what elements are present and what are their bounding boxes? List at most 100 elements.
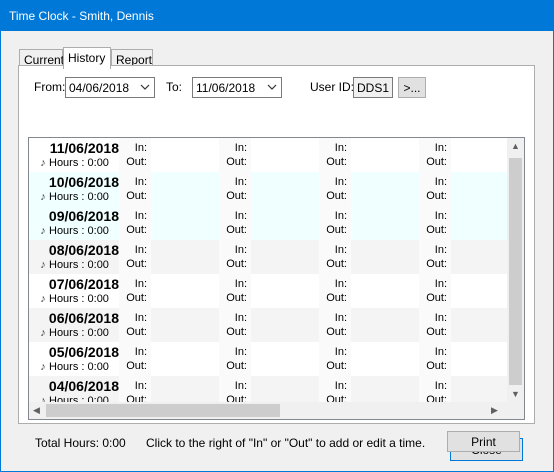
in-out-labels: In: Out:	[219, 274, 251, 308]
out-label: Out:	[126, 258, 147, 270]
to-date-picker[interactable]: 11/06/2018	[192, 77, 282, 98]
time-entry-cell[interactable]	[351, 274, 419, 308]
time-entry-cell[interactable]	[451, 342, 507, 376]
scroll-up-arrow-icon[interactable]: ▲	[511, 141, 520, 151]
vertical-scrollbar[interactable]: ▲ ▼	[507, 138, 524, 402]
user-id-label: User ID:	[310, 80, 355, 94]
in-label: In:	[234, 176, 247, 188]
date-cell: 10/06/2018 ♪ Hours : 0:00	[29, 172, 119, 206]
in-label: In:	[434, 380, 447, 392]
time-history-grid: 11/06/2018 ♪ Hours : 0:00 In: Out: In: Out: In:…	[28, 137, 525, 420]
date-cell: 07/06/2018 ♪ Hours : 0:00	[29, 274, 119, 308]
time-entry-cell[interactable]	[151, 138, 219, 172]
time-entry-cell[interactable]	[251, 274, 319, 308]
time-entry-cell[interactable]	[151, 240, 219, 274]
in-label: In:	[134, 244, 147, 256]
time-entry-cell[interactable]	[151, 274, 219, 308]
scroll-left-arrow-icon[interactable]: ◀	[33, 405, 40, 416]
from-label: From:	[34, 80, 66, 94]
row-hours: ♪ Hours : 0:00	[37, 259, 109, 271]
note-icon[interactable]: ♪	[37, 259, 49, 271]
time-entry-cell[interactable]	[451, 138, 507, 172]
out-label: Out:	[126, 292, 147, 304]
date-cell: 11/06/2018 ♪ Hours : 0:00	[29, 138, 119, 172]
time-entry-cell[interactable]	[251, 308, 319, 342]
in-out-labels: In: Out:	[319, 308, 351, 342]
to-label: To:	[166, 80, 183, 94]
in-label: In:	[134, 142, 147, 154]
print-button[interactable]: Print	[447, 431, 520, 452]
note-icon[interactable]: ♪	[37, 327, 49, 339]
time-entry-cell[interactable]	[251, 172, 319, 206]
time-entry-cell[interactable]	[451, 240, 507, 274]
user-id-field[interactable]: DDS1	[353, 77, 393, 98]
browse-user-label: >...	[403, 81, 421, 95]
in-out-labels: In: Out:	[119, 138, 151, 172]
time-entry-cell[interactable]	[351, 240, 419, 274]
out-label: Out:	[126, 360, 147, 372]
in-label: In:	[134, 312, 147, 324]
time-entry-cell[interactable]	[451, 206, 507, 240]
from-date-value: 04/06/2018	[69, 81, 130, 95]
date-cell: 08/06/2018 ♪ Hours : 0:00	[29, 240, 119, 274]
scroll-right-arrow-icon[interactable]: ▶	[491, 405, 498, 416]
time-clock-window: Time Clock - Smith, Dennis Current Histo…	[0, 0, 554, 472]
out-label: Out:	[226, 190, 247, 202]
time-entry-cell[interactable]	[151, 308, 219, 342]
time-entry-cell[interactable]	[351, 172, 419, 206]
time-entry-cell[interactable]	[351, 206, 419, 240]
in-label: In:	[334, 346, 347, 358]
row-date: 07/06/2018	[48, 276, 119, 292]
note-icon[interactable]: ♪	[37, 293, 49, 305]
note-icon[interactable]: ♪	[37, 361, 49, 373]
time-entry-cell[interactable]	[351, 308, 419, 342]
row-hours: ♪ Hours : 0:00	[37, 327, 109, 339]
vertical-scroll-thumb[interactable]	[509, 158, 522, 385]
in-out-labels: In: Out:	[119, 240, 151, 274]
time-entry-cell[interactable]	[151, 172, 219, 206]
table-row: 10/06/2018 ♪ Hours : 0:00 In: Out: In: Out: In:…	[29, 172, 507, 206]
out-label: Out:	[226, 292, 247, 304]
in-out-labels: In: Out:	[319, 172, 351, 206]
note-icon[interactable]: ♪	[37, 157, 49, 169]
in-label: In:	[434, 312, 447, 324]
hours-value: 0:00	[87, 259, 109, 271]
in-out-labels: In: Out:	[319, 274, 351, 308]
tab-history[interactable]: History	[63, 47, 111, 69]
hours-value: 0:00	[87, 157, 109, 169]
in-label: In:	[334, 244, 347, 256]
time-entry-cell[interactable]	[251, 206, 319, 240]
browse-user-button[interactable]: >...	[398, 77, 426, 98]
in-label: In:	[334, 312, 347, 324]
in-out-labels: In: Out:	[219, 308, 251, 342]
from-date-picker[interactable]: 04/06/2018	[65, 77, 155, 98]
time-entry-cell[interactable]	[351, 342, 419, 376]
horizontal-scroll-thumb[interactable]	[46, 404, 280, 417]
time-entry-cell[interactable]	[151, 342, 219, 376]
in-label: In:	[134, 210, 147, 222]
time-entry-cell[interactable]	[451, 274, 507, 308]
tab-history-label: History	[68, 51, 106, 65]
in-label: In:	[234, 312, 247, 324]
in-out-labels: In: Out:	[419, 308, 451, 342]
in-label: In:	[334, 210, 347, 222]
history-tab-panel: From: 04/06/2018 To: 11/06/2018 User ID:…	[18, 65, 535, 452]
time-entry-cell[interactable]	[251, 342, 319, 376]
table-row: 05/06/2018 ♪ Hours : 0:00 In: Out: In: Out: In:…	[29, 342, 507, 376]
out-label: Out:	[426, 190, 447, 202]
title-bar[interactable]: Time Clock - Smith, Dennis	[0, 0, 554, 31]
window-title: Time Clock - Smith, Dennis	[9, 9, 154, 23]
horizontal-scrollbar[interactable]: ◀ ▶	[29, 402, 507, 419]
out-label: Out:	[226, 326, 247, 338]
time-entry-cell[interactable]	[151, 206, 219, 240]
time-entry-cell[interactable]	[251, 138, 319, 172]
hours-value: 0:00	[87, 225, 109, 237]
note-icon[interactable]: ♪	[37, 225, 49, 237]
in-out-labels: In: Out:	[419, 240, 451, 274]
scroll-down-arrow-icon[interactable]: ▼	[511, 389, 520, 399]
time-entry-cell[interactable]	[451, 172, 507, 206]
time-entry-cell[interactable]	[451, 308, 507, 342]
time-entry-cell[interactable]	[351, 138, 419, 172]
time-entry-cell[interactable]	[251, 240, 319, 274]
note-icon[interactable]: ♪	[37, 191, 49, 203]
